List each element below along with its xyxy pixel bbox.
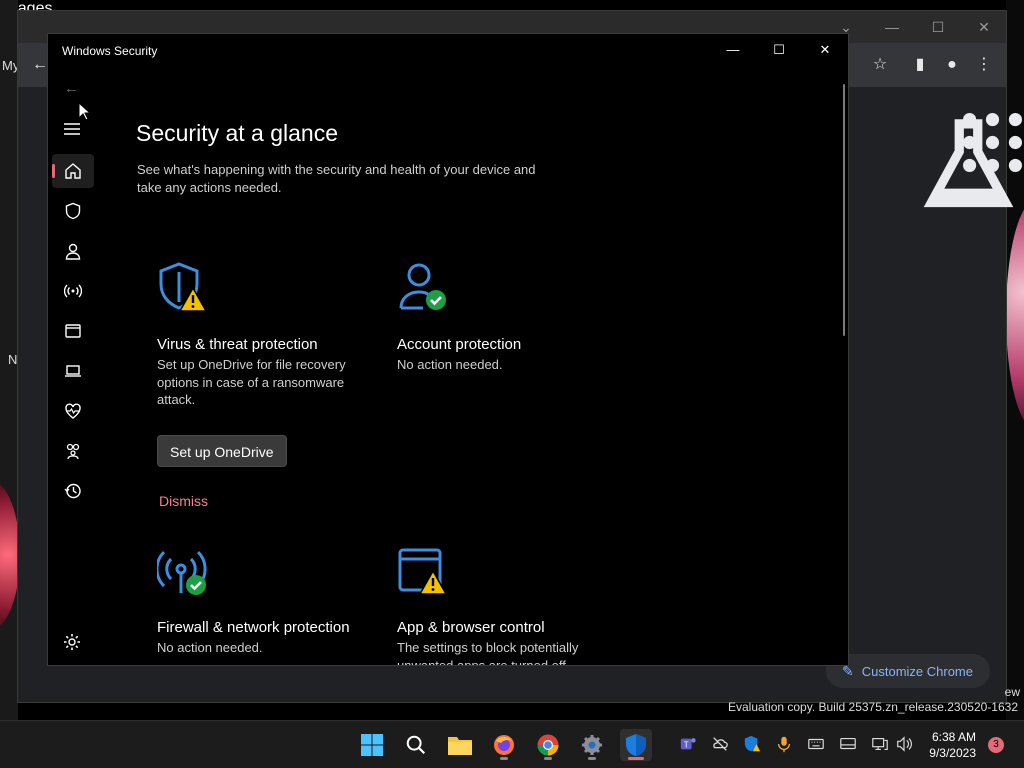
taskbar-chrome[interactable]	[532, 729, 564, 761]
shield-warning-icon	[159, 262, 208, 312]
back-arrow-icon[interactable]: ←	[64, 80, 79, 97]
chrome-icon	[537, 734, 559, 756]
teams-icon[interactable]: T	[678, 735, 698, 755]
windows-logo-icon	[361, 734, 383, 756]
window-title: Windows Security	[62, 44, 158, 58]
health-icon	[65, 403, 81, 419]
minimize-button[interactable]: —	[718, 40, 748, 60]
network-check-icon	[155, 550, 207, 595]
history-icon	[64, 483, 81, 499]
sidebar-item-device-health[interactable]	[52, 394, 94, 428]
page-title: Security at a glance	[136, 120, 339, 146]
settings-gear-icon[interactable]	[62, 632, 82, 652]
taskbar: T 6:38 AM 9/3/2023 3	[0, 720, 1024, 768]
menu-dots-icon[interactable]: ⋮	[974, 55, 994, 75]
card-account-protection[interactable]: Account protection No action needed.	[397, 262, 617, 374]
hamburger-menu-icon[interactable]	[64, 123, 80, 135]
sidebar-item-history[interactable]	[52, 474, 94, 508]
taskbar-file-explorer[interactable]	[444, 729, 476, 761]
notification-badge[interactable]: 3	[988, 737, 1004, 753]
sidebar-item-firewall[interactable]	[52, 274, 94, 308]
taskbar-search[interactable]	[400, 729, 432, 761]
search-icon	[406, 735, 426, 755]
card-description: The settings to block potentially unwant…	[397, 640, 579, 666]
sidebar-item-home[interactable]	[52, 154, 94, 188]
keyboard-icon[interactable]	[806, 735, 826, 755]
setup-onedrive-button[interactable]: Set up OneDrive	[157, 434, 287, 467]
taskbar-clock[interactable]: 6:38 AM 9/3/2023	[924, 729, 976, 761]
sidebar-item-family[interactable]	[52, 434, 94, 468]
card-app-browser-control[interactable]: App & browser control The settings to bl…	[397, 545, 617, 666]
person-icon	[65, 243, 81, 260]
card-title: Virus & threat protection	[157, 336, 318, 353]
display-icon[interactable]	[838, 735, 858, 755]
settings-gear-icon	[582, 735, 602, 755]
maximize-icon[interactable]: ☐	[928, 19, 948, 35]
svg-text:T: T	[684, 741, 689, 750]
card-title: App & browser control	[397, 619, 545, 636]
windows-security-shield-icon	[626, 734, 646, 756]
start-button[interactable]	[356, 729, 388, 761]
desktop-label: ew	[1004, 685, 1020, 699]
taskbar-windows-security[interactable]	[620, 729, 652, 761]
app-window-icon	[65, 324, 81, 338]
sidebar-item-device-security[interactable]	[52, 354, 94, 388]
network-icon[interactable]	[870, 735, 890, 755]
evaluation-watermark: Evaluation copy. Build 25375.zn_release.…	[728, 700, 1018, 714]
volume-icon[interactable]	[894, 735, 914, 755]
account-check-icon	[399, 263, 446, 310]
family-icon	[66, 443, 80, 460]
sidepanel-icon[interactable]: ▮	[910, 55, 930, 75]
maximize-button[interactable]: ☐	[764, 40, 794, 60]
card-firewall-network[interactable]: Firewall & network protection No action …	[155, 545, 377, 657]
desktop-right-edge	[1006, 0, 1024, 720]
sidebar-item-app-browser[interactable]	[52, 314, 94, 348]
microphone-icon[interactable]	[774, 735, 794, 755]
app-browser-warning-icon	[398, 548, 448, 595]
shield-icon	[65, 202, 81, 220]
customize-chrome-button[interactable]: ✎ Customize Chrome	[826, 654, 990, 688]
onedrive-offline-icon[interactable]	[710, 735, 730, 755]
folder-icon	[448, 737, 472, 755]
security-tray-warning-icon[interactable]	[742, 735, 762, 755]
customize-chrome-label: Customize Chrome	[861, 663, 973, 679]
clock-time: 6:38 AM	[931, 730, 976, 744]
desktop-label: N	[8, 352, 18, 367]
dismiss-link[interactable]: Dismiss	[157, 493, 377, 509]
taskbar-firefox[interactable]	[488, 729, 520, 761]
card-description: No action needed.	[157, 640, 263, 655]
star-icon[interactable]: ☆	[870, 55, 890, 75]
sidebar-item-account[interactable]	[52, 234, 94, 268]
home-icon	[65, 163, 81, 179]
profile-icon[interactable]: ●	[942, 55, 962, 75]
laptop-icon	[65, 365, 81, 377]
windows-security-window: Windows Security — ☐ ✕ ← Security at a g…	[47, 33, 849, 666]
wireless-icon	[64, 284, 82, 298]
apps-grid-icon[interactable]	[961, 111, 1024, 174]
card-virus-threat[interactable]: Virus & threat protection Set up OneDriv…	[157, 262, 377, 509]
clock-date: 9/3/2023	[929, 746, 976, 760]
close-icon[interactable]: ✕	[974, 19, 994, 35]
card-description: Set up OneDrive for file recovery option…	[157, 357, 346, 407]
scrollbar-thumb[interactable]	[843, 84, 845, 336]
mouse-cursor-icon	[78, 102, 90, 121]
card-title: Account protection	[397, 336, 522, 353]
card-description: No action needed.	[397, 357, 503, 372]
minimize-icon[interactable]: —	[882, 19, 902, 35]
firefox-icon	[494, 735, 514, 755]
close-button[interactable]: ✕	[810, 40, 840, 60]
card-title: Firewall & network protection	[157, 619, 350, 636]
taskbar-settings[interactable]	[576, 729, 608, 761]
sidebar-item-virus-protection[interactable]	[52, 194, 94, 228]
page-subtitle: See what's happening with the security a…	[137, 162, 536, 195]
